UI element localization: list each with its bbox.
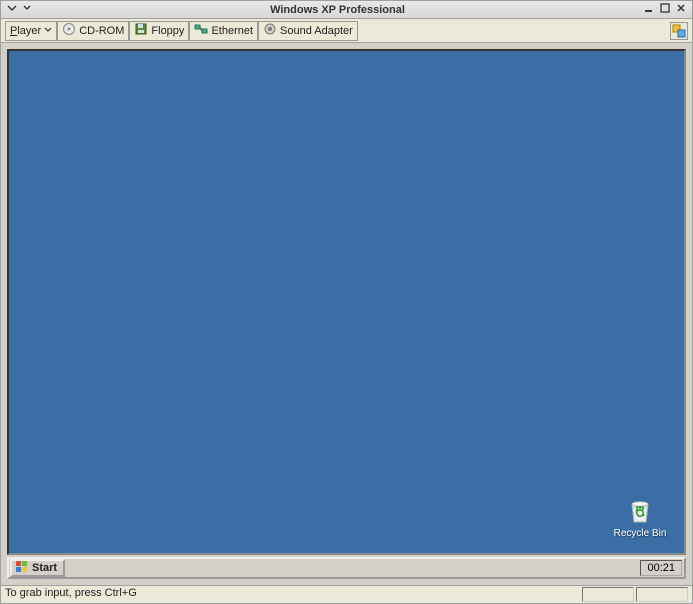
player-menu-label: Player: [10, 25, 41, 37]
chevron-down-icon: [44, 25, 52, 37]
close-icon[interactable]: [674, 3, 688, 16]
minimize-icon[interactable]: [642, 3, 656, 16]
floppy-button[interactable]: Floppy: [129, 21, 189, 41]
ethernet-icon: [194, 22, 208, 39]
status-cell-2: [636, 587, 688, 602]
player-toolbar: Player CD-ROM Floppy Ethernet: [1, 19, 692, 43]
system-tray-clock[interactable]: 00:21: [640, 560, 682, 576]
recycle-bin-icon[interactable]: Recycle Bin: [610, 494, 670, 539]
status-message: To grab input, press Ctrl+G: [5, 587, 580, 602]
window-menu-icon[interactable]: [5, 4, 19, 15]
windows-desktop[interactable]: Recycle Bin: [7, 49, 686, 555]
maximize-icon[interactable]: [658, 3, 672, 16]
ethernet-label: Ethernet: [211, 25, 253, 37]
cdrom-button[interactable]: CD-ROM: [57, 21, 129, 41]
sound-icon: [263, 22, 277, 39]
window-title: Windows XP Professional: [33, 4, 642, 16]
sound-label: Sound Adapter: [280, 25, 353, 37]
recycle-bin-label: Recycle Bin: [610, 528, 670, 539]
cdrom-label: CD-ROM: [79, 25, 124, 37]
status-cell-1: [582, 587, 634, 602]
host-window: Windows XP Professional Player CD-ROM: [0, 0, 693, 604]
guest-viewport: Recycle Bin Start 00:21: [1, 43, 692, 585]
cdrom-icon: [62, 22, 76, 39]
chevron-down-icon[interactable]: [21, 4, 33, 15]
windows-logo-icon: [15, 560, 29, 577]
floppy-label: Floppy: [151, 25, 184, 37]
player-menu-button[interactable]: Player: [5, 21, 57, 41]
start-button-label: Start: [32, 562, 57, 574]
status-bar: To grab input, press Ctrl+G: [1, 585, 692, 603]
start-button[interactable]: Start: [10, 559, 65, 577]
sound-button[interactable]: Sound Adapter: [258, 21, 358, 41]
titlebar: Windows XP Professional: [1, 1, 692, 19]
ethernet-button[interactable]: Ethernet: [189, 21, 258, 41]
windows-taskbar: Start 00:21: [7, 557, 686, 579]
fullscreen-icon[interactable]: [670, 22, 688, 40]
floppy-icon: [134, 22, 148, 39]
